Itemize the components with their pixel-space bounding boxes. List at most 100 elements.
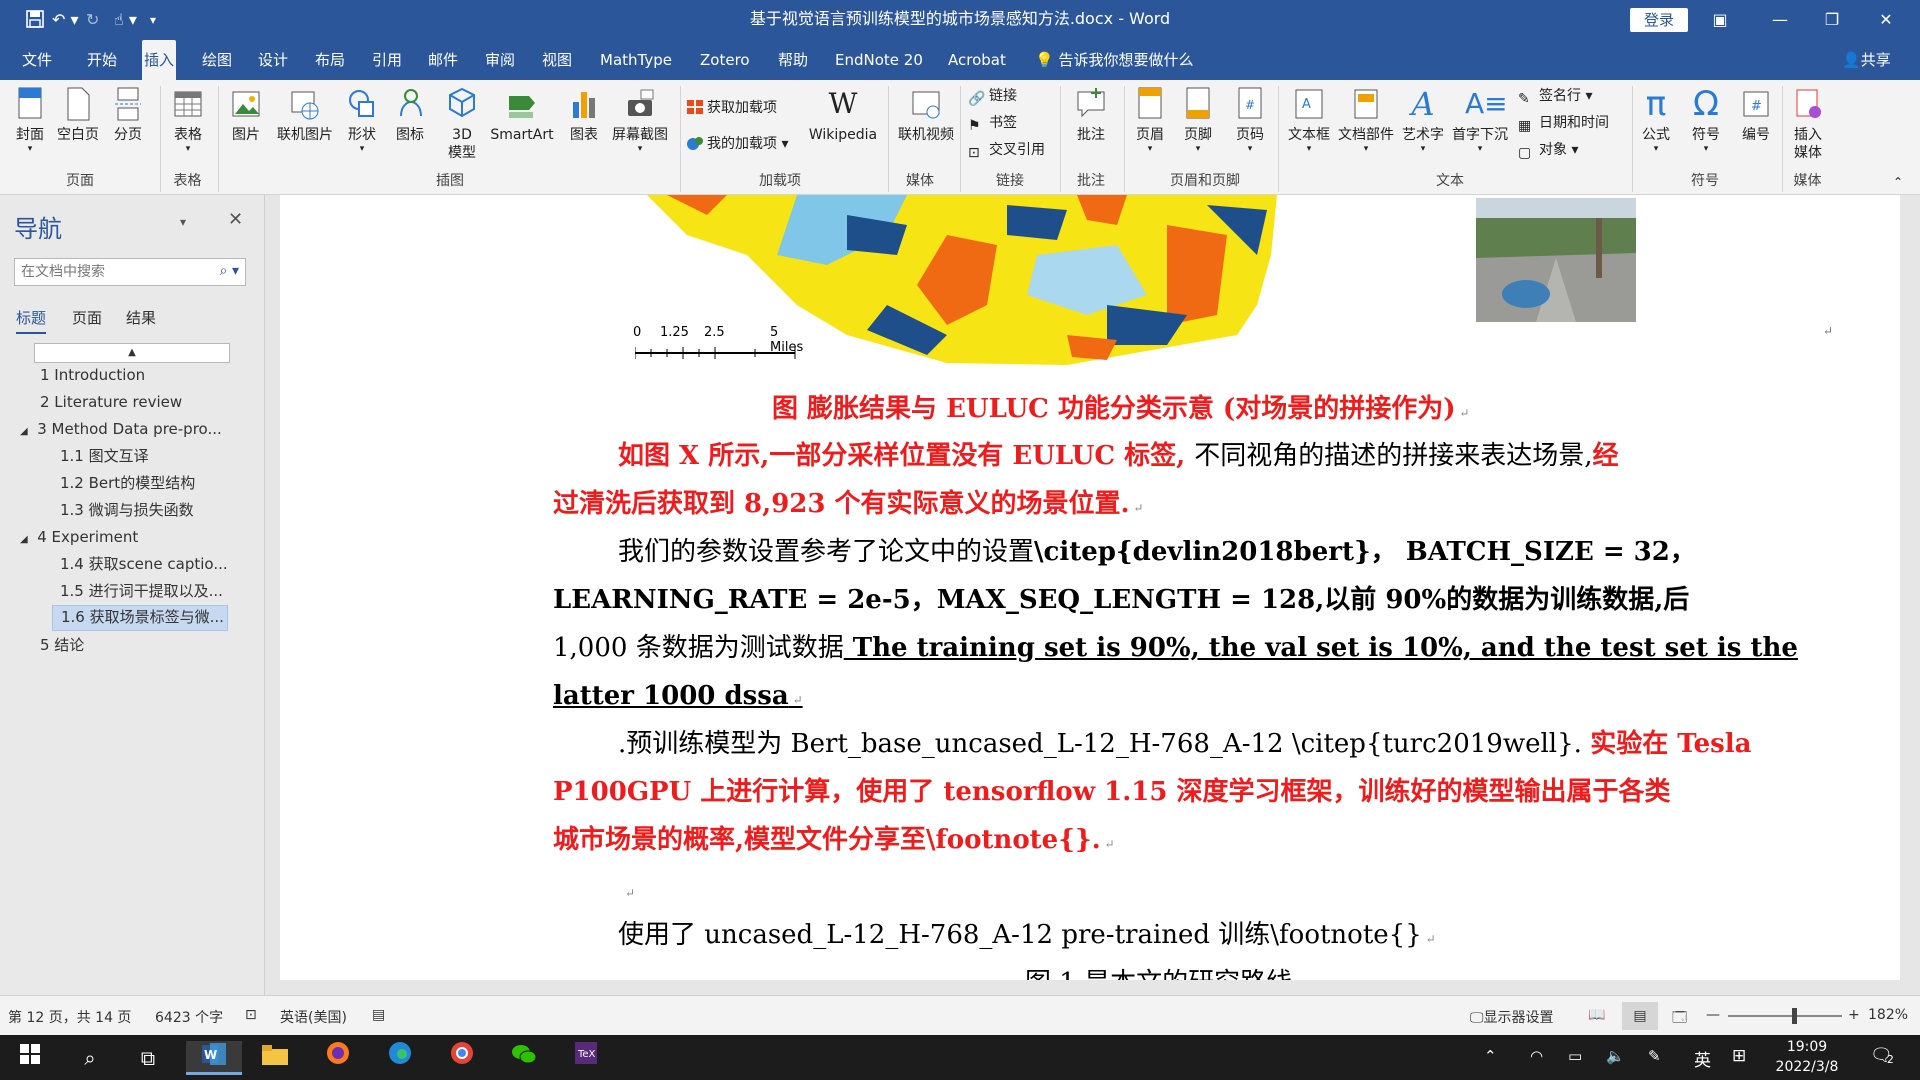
word-count[interactable]: 6423 个字 — [155, 1007, 223, 1027]
minimize-button[interactable]: — — [1760, 6, 1800, 34]
display-settings[interactable]: 🖵显示器设置 — [1470, 1007, 1554, 1027]
paragraph-line[interactable]: LEARNING_RATE = 2e-5，MAX_SEQ_LENGTH = 12… — [553, 576, 1689, 624]
number-button[interactable]: # 编号 — [1738, 86, 1774, 144]
symbol-button[interactable]: Ω 符号 ▾ — [1688, 86, 1724, 154]
paragraph-line[interactable]: 图 1 是本文的研究路线 — [1025, 959, 1292, 980]
paragraph-line[interactable]: 使用了 uncased_L-12_H-768_A-12 pre-trained … — [618, 911, 1436, 963]
page-break-button[interactable]: 分页 — [110, 86, 146, 144]
paragraph-line[interactable]: 过清洗后获取到 8,923 个有实际意义的场景位置. ↵ — [553, 480, 1143, 532]
tab-insert[interactable]: 插入 — [142, 40, 177, 80]
screenshot-button[interactable]: 屏幕截图 ▾ — [608, 86, 672, 154]
nav-close-icon[interactable]: ✕ — [228, 209, 243, 230]
date[interactable]: 2022/3/8 — [1768, 1059, 1846, 1075]
language[interactable]: 英语(美国) — [280, 1007, 347, 1027]
proofing-icon[interactable]: ⊡ — [245, 1007, 257, 1023]
nav-heading-item[interactable]: 1.2 Bert的模型结构 — [60, 472, 195, 494]
document-page[interactable]: 0 1.25 2.5 5 Miles ↵ 图 膨胀结果与 EULUC 功能分类示… — [280, 195, 1900, 980]
cover-page-button[interactable]: 封面 ▾ — [12, 86, 48, 154]
nav-heading-item[interactable]: 1.4 获取scene captio... — [60, 553, 228, 575]
redo-icon[interactable]: ↻ — [86, 10, 99, 30]
quick-parts-button[interactable]: 文档部件 ▾ — [1336, 86, 1396, 154]
page-number-button[interactable]: # 页码 ▾ — [1232, 86, 1268, 154]
get-addins-button[interactable]: 获取加载项 — [686, 98, 777, 118]
nav-heading-item[interactable]: 2 Literature review — [40, 391, 182, 413]
online-picture-button[interactable]: 联机图片 — [272, 86, 338, 144]
login-button[interactable]: 登录 — [1630, 8, 1688, 32]
shapes-button[interactable]: 形状 ▾ — [344, 86, 380, 154]
zoom-out-icon[interactable]: — — [1706, 1007, 1720, 1023]
tab-design[interactable]: 设计 — [258, 40, 288, 80]
header-button[interactable]: 页眉 ▾ — [1132, 86, 1168, 154]
ribbon-display-options-icon[interactable]: ▣ — [1700, 6, 1740, 34]
date-time-button[interactable]: ▦ 日期和时间 — [1518, 113, 1609, 134]
collapse-triangle-icon[interactable]: ◢ — [20, 534, 28, 545]
word-taskbar-icon[interactable]: W — [186, 1041, 242, 1075]
file-explorer-icon[interactable] — [255, 1041, 295, 1075]
blank-page-button[interactable]: 空白页 — [55, 86, 101, 144]
customize-qat-icon[interactable]: ▾ — [150, 10, 156, 30]
search-icon[interactable]: ⌕ — [70, 1041, 110, 1075]
paragraph-line[interactable]: 城市场景的概率,模型文件分享至\footnote{}. ↵ — [553, 816, 1115, 868]
page-count[interactable]: 第 12 页，共 14 页 — [8, 1007, 131, 1027]
nav-heading-item[interactable]: ◢ 4 Experiment — [20, 526, 138, 551]
tab-endnote[interactable]: EndNote 20 — [835, 40, 923, 80]
notification-icon[interactable]: 🗨2 — [1870, 1045, 1900, 1066]
tab-layout[interactable]: 布局 — [315, 40, 345, 80]
collapse-triangle-icon[interactable]: ◢ — [20, 426, 28, 437]
wordart-button[interactable]: A 艺术字 ▾ — [1400, 86, 1446, 154]
nav-heading-item[interactable]: ◢ 3 Method Data pre-pro... — [20, 418, 222, 443]
chart-button[interactable]: 图表 — [566, 86, 602, 144]
ime-mode-icon[interactable]: ⊞ — [1732, 1046, 1746, 1066]
undo-icon[interactable]: ↶ ▾ — [52, 10, 79, 30]
bookmark-button[interactable]: ⚑ 书签 — [968, 113, 1017, 134]
nav-heading-item[interactable]: 1.3 微调与损失函数 — [60, 499, 194, 521]
tab-file[interactable]: 文件 — [22, 40, 52, 80]
macro-icon[interactable]: ▤ — [372, 1007, 385, 1023]
chrome-icon[interactable] — [442, 1041, 482, 1075]
tab-home[interactable]: 开始 — [87, 40, 117, 80]
latex-app-icon[interactable]: TeX — [566, 1041, 606, 1075]
tab-help[interactable]: 帮助 — [778, 40, 808, 80]
close-button[interactable]: ✕ — [1866, 6, 1906, 34]
firefox-icon[interactable] — [318, 1041, 358, 1075]
cross-reference-button[interactable]: ⊡ 交叉引用 — [968, 140, 1045, 161]
insert-media-button[interactable]: 插入 媒体 — [1788, 86, 1828, 162]
object-button[interactable]: ▢ 对象 ▾ — [1518, 140, 1578, 161]
tab-zotero[interactable]: Zotero — [700, 40, 750, 80]
tray-overflow-icon[interactable]: ⌃ — [1484, 1047, 1497, 1065]
share-button[interactable]: 👤共享 — [1842, 40, 1891, 80]
edge-icon[interactable] — [380, 1041, 420, 1075]
paragraph-line[interactable]: 1,000 条数据为测试数据 The training set is 90%, … — [553, 624, 1798, 672]
3d-models-button[interactable]: 3D 模型 — [444, 86, 480, 162]
tab-draw[interactable]: 绘图 — [202, 40, 232, 80]
nav-tab-headings[interactable]: 标题 — [16, 307, 47, 334]
zoom-level[interactable]: 182% — [1868, 1007, 1908, 1023]
nav-heading-item-selected[interactable]: 1.6 获取场景标签与微... — [52, 605, 228, 631]
tab-review[interactable]: 审阅 — [485, 40, 515, 80]
maximize-button[interactable]: ❐ — [1812, 6, 1852, 34]
paragraph-line[interactable]: P100GPU 上进行计算，使用了 tensorflow 1.15 深度学习框架… — [553, 768, 1671, 816]
nav-tab-pages[interactable]: 页面 — [72, 307, 102, 328]
collapse-ribbon-icon[interactable]: ⌃ — [1893, 172, 1903, 192]
nav-search-input[interactable]: 在文档中搜索 ⌕ ▾ — [14, 258, 246, 286]
paragraph-line[interactable]: 如图 X 所示,一部分采样位置没有 EULUC 标签, 不同视角的描述的拼接来表… — [618, 432, 1619, 480]
tab-references[interactable]: 引用 — [372, 40, 402, 80]
task-view-icon[interactable]: ⧉ — [128, 1041, 168, 1075]
clock[interactable]: 19:09 — [1772, 1039, 1842, 1055]
icons-button[interactable]: 图标 — [392, 86, 428, 144]
comment-button[interactable]: 批注 — [1068, 86, 1114, 144]
tab-acrobat[interactable]: Acrobat — [948, 40, 1006, 80]
tab-mathtype[interactable]: MathType — [600, 40, 672, 80]
network-icon[interactable]: ◠ — [1530, 1047, 1543, 1065]
table-button[interactable]: 表格 ▾ — [168, 86, 208, 154]
nav-options-icon[interactable]: ▾ — [180, 215, 186, 229]
figure-caption[interactable]: 图 膨胀结果与 EULUC 功能分类示意 (对场景的拼接作为) ↵ — [772, 385, 1469, 437]
smartart-button[interactable]: SmartArt — [488, 86, 556, 144]
online-video-button[interactable]: 联机视频 — [894, 86, 958, 144]
save-icon[interactable] — [26, 10, 44, 30]
zoom-in-icon[interactable]: + — [1848, 1007, 1860, 1023]
web-layout-icon[interactable]: 🗔 — [1672, 1007, 1687, 1031]
nav-heading-item[interactable]: 1 Introduction — [40, 364, 145, 386]
nav-heading-item[interactable]: 5 结论 — [40, 634, 84, 656]
zoom-slider[interactable] — [1728, 1008, 1842, 1024]
